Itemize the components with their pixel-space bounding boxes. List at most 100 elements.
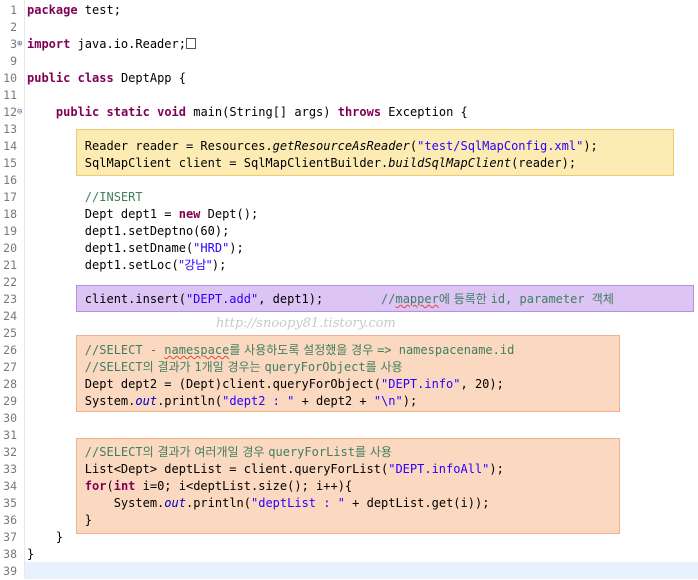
code-line-30[interactable]: 30 [0, 410, 698, 427]
code-line-34[interactable]: 34 for(int i=0; i<deptList.size(); i++){ [0, 478, 698, 495]
code-token: Dept(); [200, 207, 259, 221]
code-line-17[interactable]: 17 //INSERT [0, 189, 698, 206]
line-number: 34 [3, 479, 17, 493]
code-line-35[interactable]: 35 System.out.println("deptList : " + de… [0, 495, 698, 512]
code-token: new [178, 207, 201, 221]
code-token: queryForList [268, 445, 355, 459]
code-line-22[interactable]: 22 [0, 274, 698, 291]
code-token: public [27, 71, 71, 85]
code-line-37[interactable]: 37 } [0, 529, 698, 546]
code-token: id, parameter [490, 292, 592, 306]
code-token: test; [77, 3, 121, 17]
code-line-16[interactable]: 16 [0, 172, 698, 189]
code-token: "DEPT.info" [381, 377, 461, 391]
code-text: client.insert("DEPT.add", dept1); //mapp… [27, 291, 614, 308]
code-text: for(int i=0; i<deptList.size(); i++){ [27, 478, 352, 495]
code-token: 를 사용하도록 설정했을 경우 [229, 343, 378, 357]
code-line-18[interactable]: 18 Dept dept1 = new Dept(); [0, 206, 698, 223]
code-token: "test/SqlMapConfig.xml" [417, 139, 584, 153]
code-token: int [113, 479, 136, 493]
fold-collapse-icon[interactable]: ⊖ [17, 108, 25, 117]
code-line-12[interactable]: 12 ⊖ public static void main(String[] arg… [0, 104, 698, 121]
code-line-11[interactable]: 11 [0, 87, 698, 104]
code-line-2[interactable]: 2 [0, 19, 698, 36]
line-number: 19 [3, 224, 17, 238]
code-line-24[interactable]: 24 [0, 308, 698, 325]
code-token: main(String[] args) [186, 105, 338, 119]
code-token: + deptList.get(i)); [344, 496, 490, 510]
line-number: 13 [3, 122, 17, 136]
code-token: client.insert( [27, 292, 186, 306]
code-token: //SELECT [84, 360, 143, 374]
code-line-9[interactable]: 9 [0, 53, 698, 70]
code-line-1[interactable]: 1 package test; [0, 2, 698, 19]
code-editor[interactable]: http://snoopy81.tistory.com 1 package tes… [0, 0, 698, 579]
code-text: dept1.setLoc("강남"); [27, 257, 227, 274]
line-number: 23 [3, 292, 17, 306]
code-line-20[interactable]: 20 dept1.setDname("HRD"); [0, 240, 698, 257]
code-line-3[interactable]: 3 ⊕ import java.io.Reader; [0, 36, 698, 53]
code-text: dept1.setDeptno(60); [27, 223, 230, 240]
code-line-28[interactable]: 28 Dept dept2 = (Dept)client.queryForObj… [0, 376, 698, 393]
code-token: dept1.setLoc( [27, 258, 179, 272]
code-token: .println( [157, 394, 223, 408]
line-number: 33 [3, 462, 17, 476]
code-line-15[interactable]: 15 SqlMapClient client = SqlMapClientBui… [0, 155, 698, 172]
line-number: 20 [3, 241, 17, 255]
code-token: getResourceAsReader [272, 139, 410, 153]
collapsed-imports-icon[interactable] [185, 38, 196, 49]
code-token: void [157, 105, 186, 119]
code-text: Reader reader = Resources.getResourceAsR… [27, 138, 598, 155]
code-line-19[interactable]: 19 dept1.setDeptno(60); [0, 223, 698, 240]
line-number: 17 [3, 190, 17, 204]
code-line-27[interactable]: 27 //SELECT의 결과가 1개일 경우는 queryForObject를… [0, 359, 698, 376]
code-line-13[interactable]: 13 [0, 121, 698, 138]
code-line-14[interactable]: 14 Reader reader = Resources.getResource… [0, 138, 698, 155]
line-number: 36 [3, 513, 17, 527]
code-token: //SELECT [84, 445, 143, 459]
code-line-10[interactable]: 10 public class DeptApp { [0, 70, 698, 87]
code-line-25[interactable]: 25 [0, 325, 698, 342]
code-token: ( [106, 479, 114, 493]
code-text: public static void main(String[] args) t… [27, 104, 468, 121]
code-line-26[interactable]: 26 //SELECT - namespace를 사용하도록 설정했을 경우 =… [0, 342, 698, 359]
fold-expand-icon[interactable]: ⊕ [17, 40, 25, 49]
code-text: } [27, 512, 92, 529]
line-number: 24 [3, 309, 17, 323]
code-token: //SELECT - [84, 343, 165, 357]
code-token: out [135, 394, 158, 408]
line-number: 2 [10, 20, 17, 34]
line-number: 11 [3, 88, 17, 102]
code-line-36[interactable]: 36 } [0, 512, 698, 529]
code-token: => namespacename.id [377, 343, 515, 357]
code-token: public [55, 105, 100, 119]
code-line-32[interactable]: 32 //SELECT의 결과가 여러개일 경우 queryForList를 사… [0, 444, 698, 461]
line-number: 38 [3, 547, 17, 561]
code-text: //SELECT - namespace를 사용하도록 설정했을 경우 => n… [27, 342, 515, 359]
code-line-33[interactable]: 33 List<Dept> deptList = client.queryFor… [0, 461, 698, 478]
code-token: ); [583, 139, 598, 153]
code-token: 에 등록한 [438, 292, 491, 306]
code-token: "DEPT.add" [185, 292, 259, 306]
code-line-31[interactable]: 31 [0, 427, 698, 444]
line-number: 3 [10, 37, 17, 51]
code-line-21[interactable]: 21 dept1.setLoc("강남"); [0, 257, 698, 274]
line-number: 18 [3, 207, 17, 221]
code-text: SqlMapClient client = SqlMapClientBuilde… [27, 155, 576, 172]
code-text: //INSERT [27, 189, 143, 206]
code-line-29[interactable]: 29 System.out.println("dept2 : " + dept2… [0, 393, 698, 410]
code-line-38[interactable]: 38} [0, 546, 698, 563]
code-token: System. [27, 394, 136, 408]
code-token: + dept2 + [294, 394, 374, 408]
code-line-23[interactable]: 23 client.insert("DEPT.add", dept1); //m… [0, 291, 698, 308]
code-line-39[interactable]: 39 [0, 563, 698, 580]
code-token: buildSqlMapClient [388, 156, 512, 170]
line-number: 1 [10, 3, 17, 17]
code-text: Dept dept1 = new Dept(); [27, 206, 258, 223]
code-token: 를 사용 [365, 360, 403, 374]
line-number: 14 [3, 139, 17, 153]
code-token: 1 [194, 360, 202, 374]
code-token: 의 결과가 여러개일 경우 [142, 445, 269, 459]
